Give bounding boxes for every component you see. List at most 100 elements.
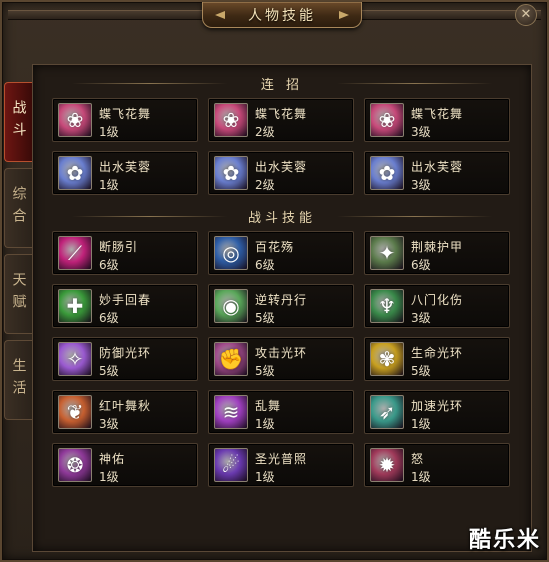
skill-slot[interactable]: ➶ 加速光环 1级 bbox=[364, 390, 510, 434]
divider bbox=[72, 83, 227, 84]
divider bbox=[337, 216, 492, 217]
ornament-icon bbox=[215, 11, 225, 19]
skill-slot[interactable]: ❀ 蝶飞花舞 1级 bbox=[52, 98, 198, 142]
skill-level: 6级 bbox=[411, 258, 431, 272]
section-header-combat-skills: 战斗技能 bbox=[32, 207, 532, 226]
skill-level: 1级 bbox=[411, 417, 431, 431]
orb-icon[interactable]: ◉ bbox=[214, 289, 248, 323]
skill-level: 3级 bbox=[99, 417, 119, 431]
skill-name: 红叶舞秋 bbox=[99, 399, 152, 413]
character-skills-window: 人物技能 ✕ 战斗 综合 天赋 生活 连 招 战斗技能 ❀ 蝶飞花舞 1级 ❀ 蝶飞花舞… bbox=[0, 0, 549, 562]
skill-level: 1级 bbox=[411, 470, 431, 484]
lotus-icon[interactable]: ✿ bbox=[214, 156, 248, 190]
skill-level: 6级 bbox=[255, 258, 275, 272]
close-button[interactable]: ✕ bbox=[515, 4, 537, 26]
skill-name: 乱舞 bbox=[255, 399, 282, 413]
skill-slot[interactable]: ✊ 攻击光环 5级 bbox=[208, 337, 354, 381]
skill-name: 圣光普照 bbox=[255, 452, 308, 466]
skill-slot[interactable]: ❀ 蝶飞花舞 2级 bbox=[208, 98, 354, 142]
tab-label: 综合 bbox=[10, 186, 27, 230]
skill-name: 攻击光环 bbox=[255, 346, 308, 360]
skill-slot[interactable]: ❂ 神佑 1级 bbox=[52, 443, 198, 487]
tab-label: 天赋 bbox=[10, 272, 27, 316]
skill-slot[interactable]: ◉ 逆转丹行 5级 bbox=[208, 284, 354, 328]
skill-level: 2级 bbox=[255, 125, 275, 139]
skill-level: 3级 bbox=[411, 178, 431, 192]
ornament-icon bbox=[339, 11, 349, 19]
tab-general[interactable]: 综合 bbox=[4, 168, 32, 248]
section-title: 连 招 bbox=[260, 78, 304, 93]
figure-icon[interactable]: ♆ bbox=[370, 289, 404, 323]
skill-level: 1级 bbox=[99, 125, 119, 139]
skill-slot[interactable]: ✚ 妙手回春 6级 bbox=[52, 284, 198, 328]
skill-slot[interactable]: ❦ 红叶舞秋 3级 bbox=[52, 390, 198, 434]
skill-name: 出水芙蓉 bbox=[99, 160, 152, 174]
skill-level: 3级 bbox=[411, 125, 431, 139]
shield-aura-icon[interactable]: ✧ bbox=[58, 342, 92, 376]
skill-name: 荆棘护甲 bbox=[411, 240, 464, 254]
skill-slot[interactable]: ✿ 出水芙蓉 3级 bbox=[364, 151, 510, 195]
skill-slot[interactable]: ⟋ 断肠引 6级 bbox=[52, 231, 198, 275]
skill-name: 逆转丹行 bbox=[255, 293, 308, 307]
butterfly-icon[interactable]: ❀ bbox=[58, 103, 92, 137]
flower-aura-icon[interactable]: ✾ bbox=[370, 342, 404, 376]
slash-icon[interactable]: ⟋ bbox=[58, 236, 92, 270]
skill-slot[interactable]: ✾ 生命光环 5级 bbox=[364, 337, 510, 381]
skill-slot[interactable]: ◎ 百花殇 6级 bbox=[208, 231, 354, 275]
skill-name: 妙手回春 bbox=[99, 293, 152, 307]
divider bbox=[337, 83, 492, 84]
skill-level: 1级 bbox=[99, 470, 119, 484]
window-title: 人物技能 bbox=[248, 8, 316, 24]
skill-level: 6级 bbox=[99, 311, 119, 325]
watermark: 酷乐米 bbox=[468, 528, 541, 553]
tab-label: 战斗 bbox=[10, 100, 27, 144]
skill-slot[interactable]: ✹ 怒 1级 bbox=[364, 443, 510, 487]
skill-slot[interactable]: ✿ 出水芙蓉 1级 bbox=[52, 151, 198, 195]
window-title-plate: 人物技能 bbox=[202, 2, 362, 28]
skill-slot[interactable]: ❀ 蝶飞花舞 3级 bbox=[364, 98, 510, 142]
leaf-icon[interactable]: ❦ bbox=[58, 395, 92, 429]
skill-name: 出水芙蓉 bbox=[255, 160, 308, 174]
tab-talent[interactable]: 天赋 bbox=[4, 254, 32, 334]
skill-slot[interactable]: ♆ 八门化伤 3级 bbox=[364, 284, 510, 328]
butterfly-icon[interactable]: ❀ bbox=[214, 103, 248, 137]
skill-level: 5级 bbox=[411, 364, 431, 378]
heal-icon[interactable]: ✚ bbox=[58, 289, 92, 323]
lotus-icon[interactable]: ✿ bbox=[58, 156, 92, 190]
skill-name: 百花殇 bbox=[255, 240, 295, 254]
dance-icon[interactable]: ≋ bbox=[214, 395, 248, 429]
rage-icon[interactable]: ✹ bbox=[370, 448, 404, 482]
blessing-icon[interactable]: ❂ bbox=[58, 448, 92, 482]
skill-level: 5级 bbox=[99, 364, 119, 378]
skill-slot[interactable]: ✿ 出水芙蓉 2级 bbox=[208, 151, 354, 195]
skill-name: 蝶飞花舞 bbox=[99, 107, 152, 121]
skill-level: 3级 bbox=[411, 311, 431, 325]
fist-icon[interactable]: ✊ bbox=[214, 342, 248, 376]
section-title: 战斗技能 bbox=[247, 211, 316, 226]
section-header-combo: 连 招 bbox=[32, 74, 532, 93]
skill-name: 出水芙蓉 bbox=[411, 160, 464, 174]
swirl-icon[interactable]: ◎ bbox=[214, 236, 248, 270]
skill-name: 八门化伤 bbox=[411, 293, 464, 307]
butterfly-icon[interactable]: ❀ bbox=[370, 103, 404, 137]
skill-slot[interactable]: ✧ 防御光环 5级 bbox=[52, 337, 198, 381]
speed-aura-icon[interactable]: ➶ bbox=[370, 395, 404, 429]
skill-level: 5级 bbox=[255, 311, 275, 325]
skill-level: 1级 bbox=[99, 178, 119, 192]
skill-name: 蝶飞花舞 bbox=[411, 107, 464, 121]
tab-combat[interactable]: 战斗 bbox=[4, 82, 32, 162]
skill-name: 蝶飞花舞 bbox=[255, 107, 308, 121]
skill-name: 生命光环 bbox=[411, 346, 464, 360]
divider bbox=[72, 216, 227, 217]
skill-slot[interactable]: ✦ 荆棘护甲 6级 bbox=[364, 231, 510, 275]
tab-life[interactable]: 生活 bbox=[4, 340, 32, 420]
skill-slot[interactable]: ☄ 圣光普照 1级 bbox=[208, 443, 354, 487]
skill-level: 5级 bbox=[255, 364, 275, 378]
skill-name: 防御光环 bbox=[99, 346, 152, 360]
holy-light-icon[interactable]: ☄ bbox=[214, 448, 248, 482]
skill-name: 加速光环 bbox=[411, 399, 464, 413]
lotus-icon[interactable]: ✿ bbox=[370, 156, 404, 190]
thorn-icon[interactable]: ✦ bbox=[370, 236, 404, 270]
skill-slot[interactable]: ≋ 乱舞 1级 bbox=[208, 390, 354, 434]
skill-level: 2级 bbox=[255, 178, 275, 192]
